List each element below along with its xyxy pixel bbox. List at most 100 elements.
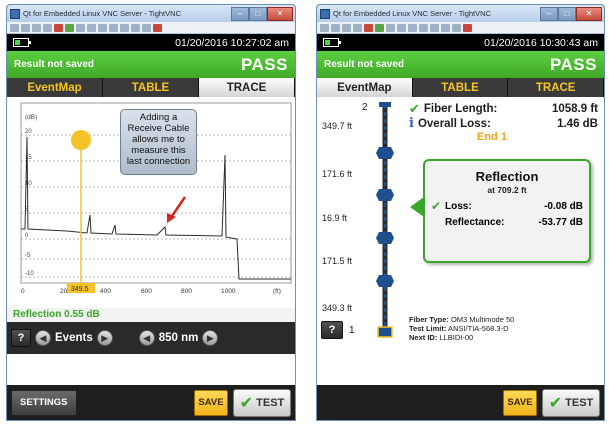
vnc-toolbar (317, 22, 604, 34)
connector-top (379, 102, 391, 107)
view-tabs: EventMap TABLE TRACE (7, 78, 295, 97)
pass-status: PASS (549, 54, 597, 74)
device-status-bar: 01/20/2016 10:27:02 am (7, 34, 295, 51)
event-info: Reflection 0.55 dB (7, 308, 295, 322)
save-button[interactable]: SAVE (503, 389, 537, 416)
tab-trace[interactable]: TRACE (199, 78, 295, 97)
bottom-bar: SAVE ✔ TEST (317, 385, 604, 420)
toolbar-button[interactable] (375, 23, 384, 32)
tab-table[interactable]: TABLE (412, 78, 509, 97)
event-ladder[interactable]: 2 349.7 ft 171.6 ft 16.9 ft 171.5 ft 349… (317, 97, 407, 343)
toolbar-button[interactable] (353, 23, 362, 32)
reflectance-label: Reflectance: (445, 217, 505, 228)
left-arrow-icon[interactable]: ◀ (35, 330, 51, 346)
right-arrow-icon[interactable]: ▶ (96, 330, 113, 346)
cursor-marker (71, 130, 91, 150)
test-limit-label: Test Limit: (409, 324, 447, 333)
maximize-icon[interactable]: □ (249, 6, 267, 21)
view-tabs: EventMap TABLE TRACE (317, 78, 604, 97)
toolbar-button[interactable] (463, 23, 472, 32)
maximize-icon[interactable]: □ (558, 6, 576, 21)
tab-eventmap[interactable]: EventMap (317, 78, 413, 97)
y-tick-label: -10 (25, 271, 34, 277)
toolbar-button[interactable] (21, 23, 30, 32)
settings-button[interactable]: SETTINGS (11, 389, 77, 416)
tab-trace[interactable]: TRACE (508, 78, 604, 97)
loss-label: Loss: (445, 200, 472, 212)
minimize-icon[interactable]: – (540, 6, 558, 21)
toolbar-button[interactable] (342, 23, 351, 32)
x-tick-label: 800 (181, 288, 192, 295)
app-icon (10, 8, 20, 19)
minimize-icon[interactable]: – (231, 6, 249, 21)
toolbar-button[interactable] (10, 23, 19, 32)
toolbar-button[interactable] (408, 23, 417, 32)
eventmap-view: 2 349.7 ft 171.6 ft 16.9 ft 171.5 ft 349… (317, 97, 604, 385)
toolbar-button[interactable] (153, 23, 162, 32)
distance-label: 171.5 ft (322, 256, 353, 266)
x-tick-label: 400 (100, 288, 111, 295)
left-arrow-icon[interactable]: ◀ (138, 330, 155, 346)
events-label: Events (55, 332, 93, 344)
toolbar-button[interactable] (76, 23, 85, 32)
tab-eventmap[interactable]: EventMap (7, 78, 103, 97)
toolbar-button[interactable] (109, 23, 118, 32)
result-text: Result not saved (14, 59, 95, 70)
help-icon[interactable]: ? (321, 321, 343, 339)
trace-controls: ? ◀ Events ▶ ◀ 850 nm ▶ (7, 322, 295, 354)
toolbar-button[interactable] (120, 23, 129, 32)
app-icon (320, 8, 330, 19)
event-connector (376, 232, 394, 244)
x-tick-label: 0 (21, 288, 25, 295)
toolbar-button[interactable] (54, 23, 63, 32)
toolbar-button[interactable] (364, 23, 373, 32)
toolbar-button[interactable] (98, 23, 107, 32)
toolbar-button[interactable] (32, 23, 41, 32)
left-title-bar[interactable]: Qt for Embedded Linux VNC Server - Tight… (7, 5, 295, 22)
close-icon[interactable]: ✕ (267, 6, 293, 21)
test-button[interactable]: ✔ TEST (542, 388, 600, 417)
result-text: Result not saved (324, 59, 405, 70)
check-icon: ✔ (431, 199, 442, 213)
toolbar-button[interactable] (142, 23, 151, 32)
fiber-summary: ✔ Fiber Length: 1058.9 ft i Overall Loss… (409, 101, 598, 132)
popup-title: Reflection (475, 169, 539, 184)
fiber-type-label: Fiber Type: (409, 315, 449, 324)
result-bar: Result not saved PASS (7, 51, 295, 78)
toolbar-button[interactable] (131, 23, 140, 32)
test-limit-value: ANSI/TIA-568.3-D (448, 324, 509, 333)
toolbar-button[interactable] (386, 23, 395, 32)
toolbar-button[interactable] (430, 23, 439, 32)
toolbar-button[interactable] (397, 23, 406, 32)
check-icon: ✔ (548, 394, 563, 412)
event-connector (376, 275, 394, 287)
toolbar-button[interactable] (441, 23, 450, 32)
test-button[interactable]: ✔ TEST (233, 388, 291, 417)
toolbar-button[interactable] (320, 23, 329, 32)
ladder-top-index: 2 (362, 102, 368, 113)
toolbar-button[interactable] (65, 23, 74, 32)
wavelength-label: 850 nm (158, 332, 199, 344)
right-window-title: Qt for Embedded Linux VNC Server - Tight… (333, 9, 491, 18)
save-button[interactable]: SAVE (194, 389, 228, 416)
distance-label: 349.3 ft (322, 303, 353, 313)
info-icon: i (409, 116, 414, 131)
battery-icon (323, 38, 341, 47)
right-arrow-icon[interactable]: ▶ (202, 330, 219, 346)
otdr-trace-plot[interactable]: (dB) 20 15 10 5 0 -5 -10 0 200 400 600 8… (7, 97, 295, 307)
toolbar-button[interactable] (452, 23, 461, 32)
end-label: End 1 (477, 131, 507, 143)
ladder-bottom-index: 1 (349, 324, 355, 336)
help-icon[interactable]: ? (11, 329, 31, 347)
reflection-popup[interactable]: Reflection at 709.2 ft ✔ Loss: -0.08 dB … (423, 159, 591, 263)
toolbar-button[interactable] (331, 23, 340, 32)
device-status-bar: 01/20/2016 10:30:43 am (317, 34, 604, 51)
result-bar: Result not saved PASS (317, 51, 604, 78)
distance-label: 16.9 ft (322, 213, 348, 223)
tab-table[interactable]: TABLE (103, 78, 199, 97)
toolbar-button[interactable] (87, 23, 96, 32)
close-icon[interactable]: ✕ (576, 6, 602, 21)
toolbar-button[interactable] (419, 23, 428, 32)
right-title-bar[interactable]: Qt for Embedded Linux VNC Server - Tight… (317, 5, 604, 22)
toolbar-button[interactable] (43, 23, 52, 32)
